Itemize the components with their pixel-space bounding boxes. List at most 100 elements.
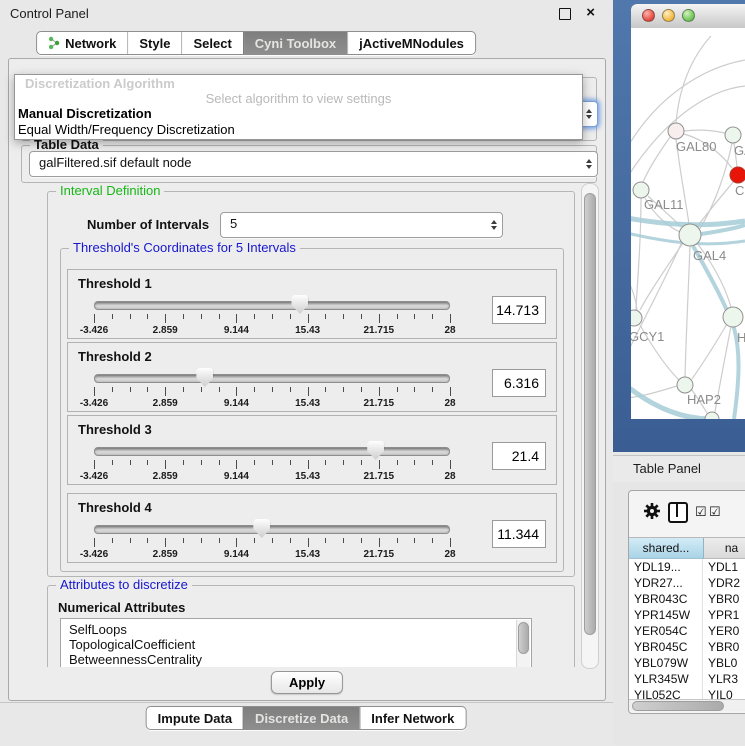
attribute-list-item[interactable]: SelfLoops <box>61 622 531 637</box>
control-panel-titlebar: Control Panel × <box>0 0 613 27</box>
bottom-tab-infer-network[interactable]: Infer Network <box>359 707 465 729</box>
node-gal80[interactable] <box>668 123 684 139</box>
table-panel-inner: ☑ ☑ shared... na YDL19...YDL1YDR27...YDR… <box>628 490 745 714</box>
bottom-tab-discretize-data[interactable]: Discretize Data <box>243 707 359 729</box>
tab-network[interactable]: Network <box>37 32 127 54</box>
node-gal11[interactable] <box>633 182 649 198</box>
tab-select[interactable]: Select <box>181 32 242 54</box>
main-tab-bar: NetworkStyleSelectCyni ToolboxjActiveMNo… <box>36 31 476 55</box>
threshold-slider[interactable]: -3.4262.8599.14415.4321.71528 <box>94 301 450 337</box>
network-edge[interactable] <box>643 137 670 182</box>
threshold-slider[interactable]: -3.4262.8599.14415.4321.71528 <box>94 374 450 410</box>
threshold-value-input[interactable] <box>492 442 546 470</box>
settings-scrollbar-thumb[interactable] <box>584 193 596 635</box>
threshold-value-input[interactable] <box>492 369 546 397</box>
thresholds-group: Threshold's Coordinates for 5 Intervals … <box>60 248 564 572</box>
columns-icon[interactable] <box>668 502 688 523</box>
threshold-value-input[interactable] <box>492 296 546 324</box>
cell-name[interactable]: YBR0 <box>703 639 745 655</box>
bottom-tab-bar: Impute DataDiscretize DataInfer Network <box>146 706 467 730</box>
slider-thumb[interactable] <box>367 441 384 460</box>
float-window-icon[interactable] <box>559 8 571 20</box>
attribute-list-item[interactable]: TopologicalCoefficient <box>61 637 531 652</box>
slider-track[interactable] <box>94 447 450 456</box>
network-view-canvas[interactable]: GAL80GACGAL11GAL4GCY1HHAP2 <box>631 28 745 419</box>
cell-name[interactable]: YLR3 <box>703 671 745 687</box>
network-edge[interactable] <box>685 246 690 377</box>
attributes-group: Attributes to discretize Numerical Attri… <box>47 585 575 667</box>
network-node-label: HAP2 <box>687 392 721 407</box>
node-gcy1[interactable] <box>631 310 642 326</box>
list-scrollbar-thumb[interactable] <box>518 622 529 654</box>
threshold-value-input[interactable] <box>492 520 546 548</box>
table-row[interactable]: YLR345WYLR3 <box>629 671 745 687</box>
slider-thumb[interactable] <box>291 295 308 314</box>
gear-icon[interactable] <box>643 502 661 520</box>
slider-track[interactable] <box>94 525 450 534</box>
dropdown-item-manual-discretization[interactable]: Manual Discretization <box>18 106 579 122</box>
num-intervals-combobox[interactable]: 5 <box>220 212 503 238</box>
cell-name[interactable]: YPR1 <box>703 607 745 623</box>
mac-zoom-icon[interactable] <box>682 9 695 22</box>
cell-shared-name[interactable]: YPR145W <box>629 607 703 623</box>
cell-shared-name[interactable]: YBR043C <box>629 591 703 607</box>
network-edge[interactable] <box>697 182 733 227</box>
node-bottom-partial[interactable] <box>705 412 719 419</box>
network-edge[interactable] <box>684 130 725 133</box>
mac-close-icon[interactable] <box>642 9 655 22</box>
column-header-name[interactable]: na <box>704 538 745 559</box>
threshold-slider[interactable]: -3.4262.8599.14415.4321.71528 <box>94 525 450 561</box>
cell-name[interactable]: YBL0 <box>703 655 745 671</box>
node-red-selected[interactable] <box>730 167 745 183</box>
table-row[interactable]: YBR043CYBR0 <box>629 591 745 607</box>
cell-shared-name[interactable]: YER054C <box>629 623 703 639</box>
mac-minimize-icon[interactable] <box>662 9 675 22</box>
threshold-slider[interactable]: -3.4262.8599.14415.4321.71528 <box>94 447 450 483</box>
cell-shared-name[interactable]: YBL079W <box>629 655 703 671</box>
settings-scrollbar[interactable] <box>581 183 599 669</box>
table-row[interactable]: YER054CYER0 <box>629 623 745 639</box>
node-h[interactable] <box>723 307 743 327</box>
apply-button[interactable]: Apply <box>271 671 343 694</box>
network-window-titlebar[interactable] <box>631 4 745 29</box>
slider-ticks <box>94 314 450 324</box>
table-row[interactable]: YDR27...YDR2 <box>629 575 745 591</box>
table-row[interactable]: YPR145WYPR1 <box>629 607 745 623</box>
slider-track[interactable] <box>94 301 450 310</box>
node-right-top[interactable] <box>725 127 741 143</box>
cell-name[interactable]: YDR2 <box>703 575 745 591</box>
network-edge[interactable] <box>692 324 727 379</box>
table-data-combobox[interactable]: galFiltered.sif default node <box>29 151 598 177</box>
bottom-tab-impute-data[interactable]: Impute Data <box>147 707 243 729</box>
cell-name[interactable]: YDL1 <box>703 559 745 575</box>
threshold-panel-1: Threshold 1-3.4262.8599.14415.4321.71528 <box>67 269 557 339</box>
select-all-checkbox-icon[interactable]: ☑ <box>695 504 708 520</box>
network-edge[interactable] <box>636 198 641 310</box>
table-horizontal-scrollbar[interactable] <box>629 699 745 711</box>
node-hap2[interactable] <box>677 377 693 393</box>
attribute-list-item[interactable]: BetweennessCentrality <box>61 652 531 667</box>
slider-thumb[interactable] <box>196 368 213 387</box>
slider-thumb[interactable] <box>253 519 270 538</box>
table-row[interactable]: YBL079WYBL0 <box>629 655 745 671</box>
select-none-checkbox-icon[interactable]: ☑ <box>709 504 722 520</box>
table-row[interactable]: YBR045CYBR0 <box>629 639 745 655</box>
close-icon[interactable]: × <box>586 3 595 23</box>
list-scrollbar[interactable] <box>516 620 530 667</box>
tab-style[interactable]: Style <box>127 32 181 54</box>
table-panel-title: Table Panel <box>633 461 701 476</box>
column-header-shared-name[interactable]: shared... <box>629 538 704 559</box>
cell-shared-name[interactable]: YDL19... <box>629 559 703 575</box>
tab-cyni-toolbox[interactable]: Cyni Toolbox <box>243 32 347 54</box>
cell-name[interactable]: YER0 <box>703 623 745 639</box>
node-gal4[interactable] <box>679 224 701 246</box>
cell-shared-name[interactable]: YDR27... <box>629 575 703 591</box>
table-row[interactable]: YDL19...YDL1 <box>629 559 745 575</box>
cell-shared-name[interactable]: YBR045C <box>629 639 703 655</box>
cell-name[interactable]: YBR0 <box>703 591 745 607</box>
slider-track[interactable] <box>94 374 450 383</box>
table-hscrollbar-thumb[interactable] <box>632 701 724 711</box>
cell-shared-name[interactable]: YLR345W <box>629 671 703 687</box>
dropdown-item-equal-width-frequency[interactable]: Equal Width/Frequency Discretization <box>18 122 579 138</box>
tab-jactivemnodules[interactable]: jActiveMNodules <box>347 32 475 54</box>
